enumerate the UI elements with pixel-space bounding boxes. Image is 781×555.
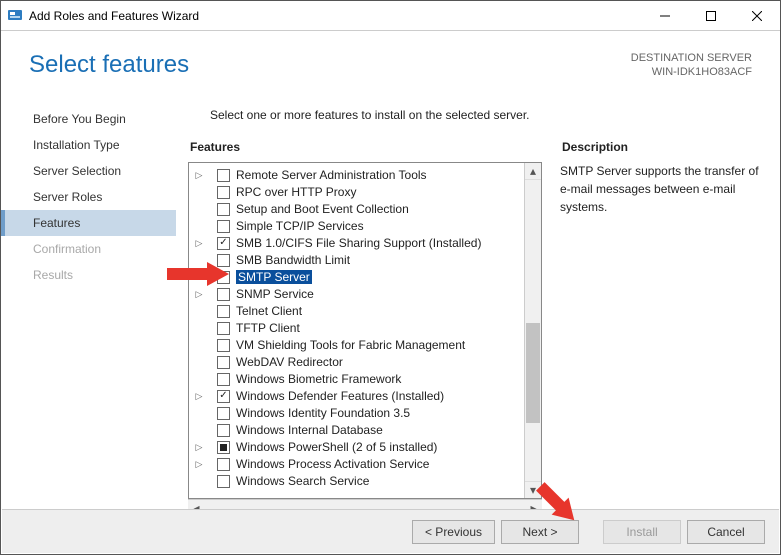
feature-row[interactable]: Telnet Client [193,303,524,320]
feature-checkbox[interactable] [217,424,230,437]
feature-label[interactable]: Windows Defender Features (Installed) [236,389,444,403]
feature-label[interactable]: Simple TCP/IP Services [236,219,364,233]
feature-checkbox[interactable] [217,220,230,233]
expand-icon[interactable]: ▷ [193,442,205,453]
install-button: Install [603,520,681,544]
feature-checkbox[interactable] [217,441,230,454]
feature-row[interactable]: ▷ Remote Server Administration Tools [193,167,524,184]
feature-checkbox[interactable] [217,322,230,335]
sidebar-item-server-roles[interactable]: Server Roles [1,184,176,210]
feature-checkbox[interactable] [217,373,230,386]
description-text: SMTP Server supports the transfer of e-m… [560,162,760,216]
feature-label[interactable]: Telnet Client [236,304,302,318]
feature-label[interactable]: Windows Search Service [236,474,369,488]
feature-row[interactable]: ▷ Windows PowerShell (2 of 5 installed) [193,439,524,456]
feature-label[interactable]: Windows Biometric Framework [236,372,401,386]
feature-checkbox[interactable] [217,339,230,352]
feature-label[interactable]: VM Shielding Tools for Fabric Management [236,338,465,352]
titlebar: Add Roles and Features Wizard [1,1,780,31]
feature-checkbox[interactable] [217,356,230,369]
feature-label[interactable]: Windows Internal Database [236,423,383,437]
expand-icon[interactable]: ▷ [193,170,205,181]
feature-label[interactable]: Windows PowerShell (2 of 5 installed) [236,440,437,454]
feature-row[interactable]: ▷ Windows Defender Features (Installed) [193,388,524,405]
vertical-scrollbar[interactable]: ▴ ▾ [524,163,541,498]
destination-value: WIN-IDK1HO83ACF [631,65,752,79]
page-title: Select features [29,51,189,80]
sidebar-item-confirmation: Confirmation [1,236,176,262]
feature-checkbox[interactable] [217,237,230,250]
feature-row[interactable]: Windows Search Service [193,473,524,490]
app-icon [7,8,23,24]
window-title: Add Roles and Features Wizard [29,9,199,23]
feature-label[interactable]: Windows Identity Foundation 3.5 [236,406,410,420]
feature-row[interactable]: Setup and Boot Event Collection [193,201,524,218]
feature-checkbox[interactable] [217,186,230,199]
feature-row[interactable]: Windows Biometric Framework [193,371,524,388]
minimize-button[interactable] [642,1,688,30]
feature-label[interactable]: Setup and Boot Event Collection [236,202,409,216]
feature-label[interactable]: TFTP Client [236,321,300,335]
sidebar-item-results: Results [1,262,176,288]
feature-checkbox[interactable] [217,254,230,267]
feature-label[interactable]: SMB Bandwidth Limit [236,253,350,267]
feature-label[interactable]: SNMP Service [236,287,314,301]
close-button[interactable] [734,1,780,30]
feature-row[interactable]: WebDAV Redirector [193,354,524,371]
feature-row[interactable]: Windows Internal Database [193,422,524,439]
feature-row[interactable]: ▷ SNMP Service [193,286,524,303]
feature-row[interactable]: SMB Bandwidth Limit [193,252,524,269]
previous-button[interactable]: < Previous [412,520,495,544]
maximize-button[interactable] [688,1,734,30]
feature-checkbox[interactable] [217,458,230,471]
feature-label[interactable]: Windows Process Activation Service [236,457,429,471]
feature-checkbox[interactable] [217,271,230,284]
expand-icon[interactable]: ▷ [193,238,205,249]
feature-row[interactable]: VM Shielding Tools for Fabric Management [193,337,524,354]
expand-icon[interactable]: ▷ [193,289,205,300]
feature-label[interactable]: Remote Server Administration Tools [236,168,427,182]
feature-label[interactable]: SMTP Server [236,270,312,284]
cancel-button[interactable]: Cancel [687,520,765,544]
feature-label[interactable]: SMB 1.0/CIFS File Sharing Support (Insta… [236,236,481,250]
feature-row[interactable]: Simple TCP/IP Services [193,218,524,235]
destination-info: DESTINATION SERVER WIN-IDK1HO83ACF [631,51,752,80]
feature-checkbox[interactable] [217,407,230,420]
sidebar-item-before-you-begin[interactable]: Before You Begin [1,106,176,132]
instruction-text: Select one or more features to install o… [210,108,760,122]
expand-icon[interactable]: ▷ [193,391,205,402]
header: Select features DESTINATION SERVER WIN-I… [1,31,780,86]
feature-row[interactable]: SMTP Server [193,269,524,286]
wizard-sidebar: Before You BeginInstallation TypeServer … [1,96,176,516]
features-heading: Features [188,140,542,154]
feature-label[interactable]: RPC over HTTP Proxy [236,185,356,199]
scroll-down-icon[interactable]: ▾ [525,481,541,498]
feature-checkbox[interactable] [217,288,230,301]
feature-row[interactable]: TFTP Client [193,320,524,337]
feature-row[interactable]: Windows Identity Foundation 3.5 [193,405,524,422]
main-content: Select one or more features to install o… [176,96,780,516]
expand-icon[interactable]: ▷ [193,459,205,470]
wizard-footer: < Previous Next > Install Cancel [2,509,779,553]
scroll-up-icon[interactable]: ▴ [525,163,541,180]
scrollbar-thumb[interactable] [526,323,540,423]
sidebar-item-features[interactable]: Features [1,210,176,236]
description-heading: Description [560,140,760,154]
feature-row[interactable]: ▷ Windows Process Activation Service [193,456,524,473]
next-button[interactable]: Next > [501,520,579,544]
feature-checkbox[interactable] [217,390,230,403]
sidebar-item-installation-type[interactable]: Installation Type [1,132,176,158]
feature-row[interactable]: RPC over HTTP Proxy [193,184,524,201]
feature-checkbox[interactable] [217,475,230,488]
features-listbox[interactable]: ▷ Remote Server Administration Tools RPC o… [188,162,542,499]
feature-row[interactable]: ▷ SMB 1.0/CIFS File Sharing Support (Inst… [193,235,524,252]
sidebar-item-server-selection[interactable]: Server Selection [1,158,176,184]
feature-checkbox[interactable] [217,169,230,182]
destination-label: DESTINATION SERVER [631,51,752,65]
feature-checkbox[interactable] [217,203,230,216]
wizard-window: Add Roles and Features Wizard Select fea… [0,0,781,555]
feature-label[interactable]: WebDAV Redirector [236,355,343,369]
feature-checkbox[interactable] [217,305,230,318]
